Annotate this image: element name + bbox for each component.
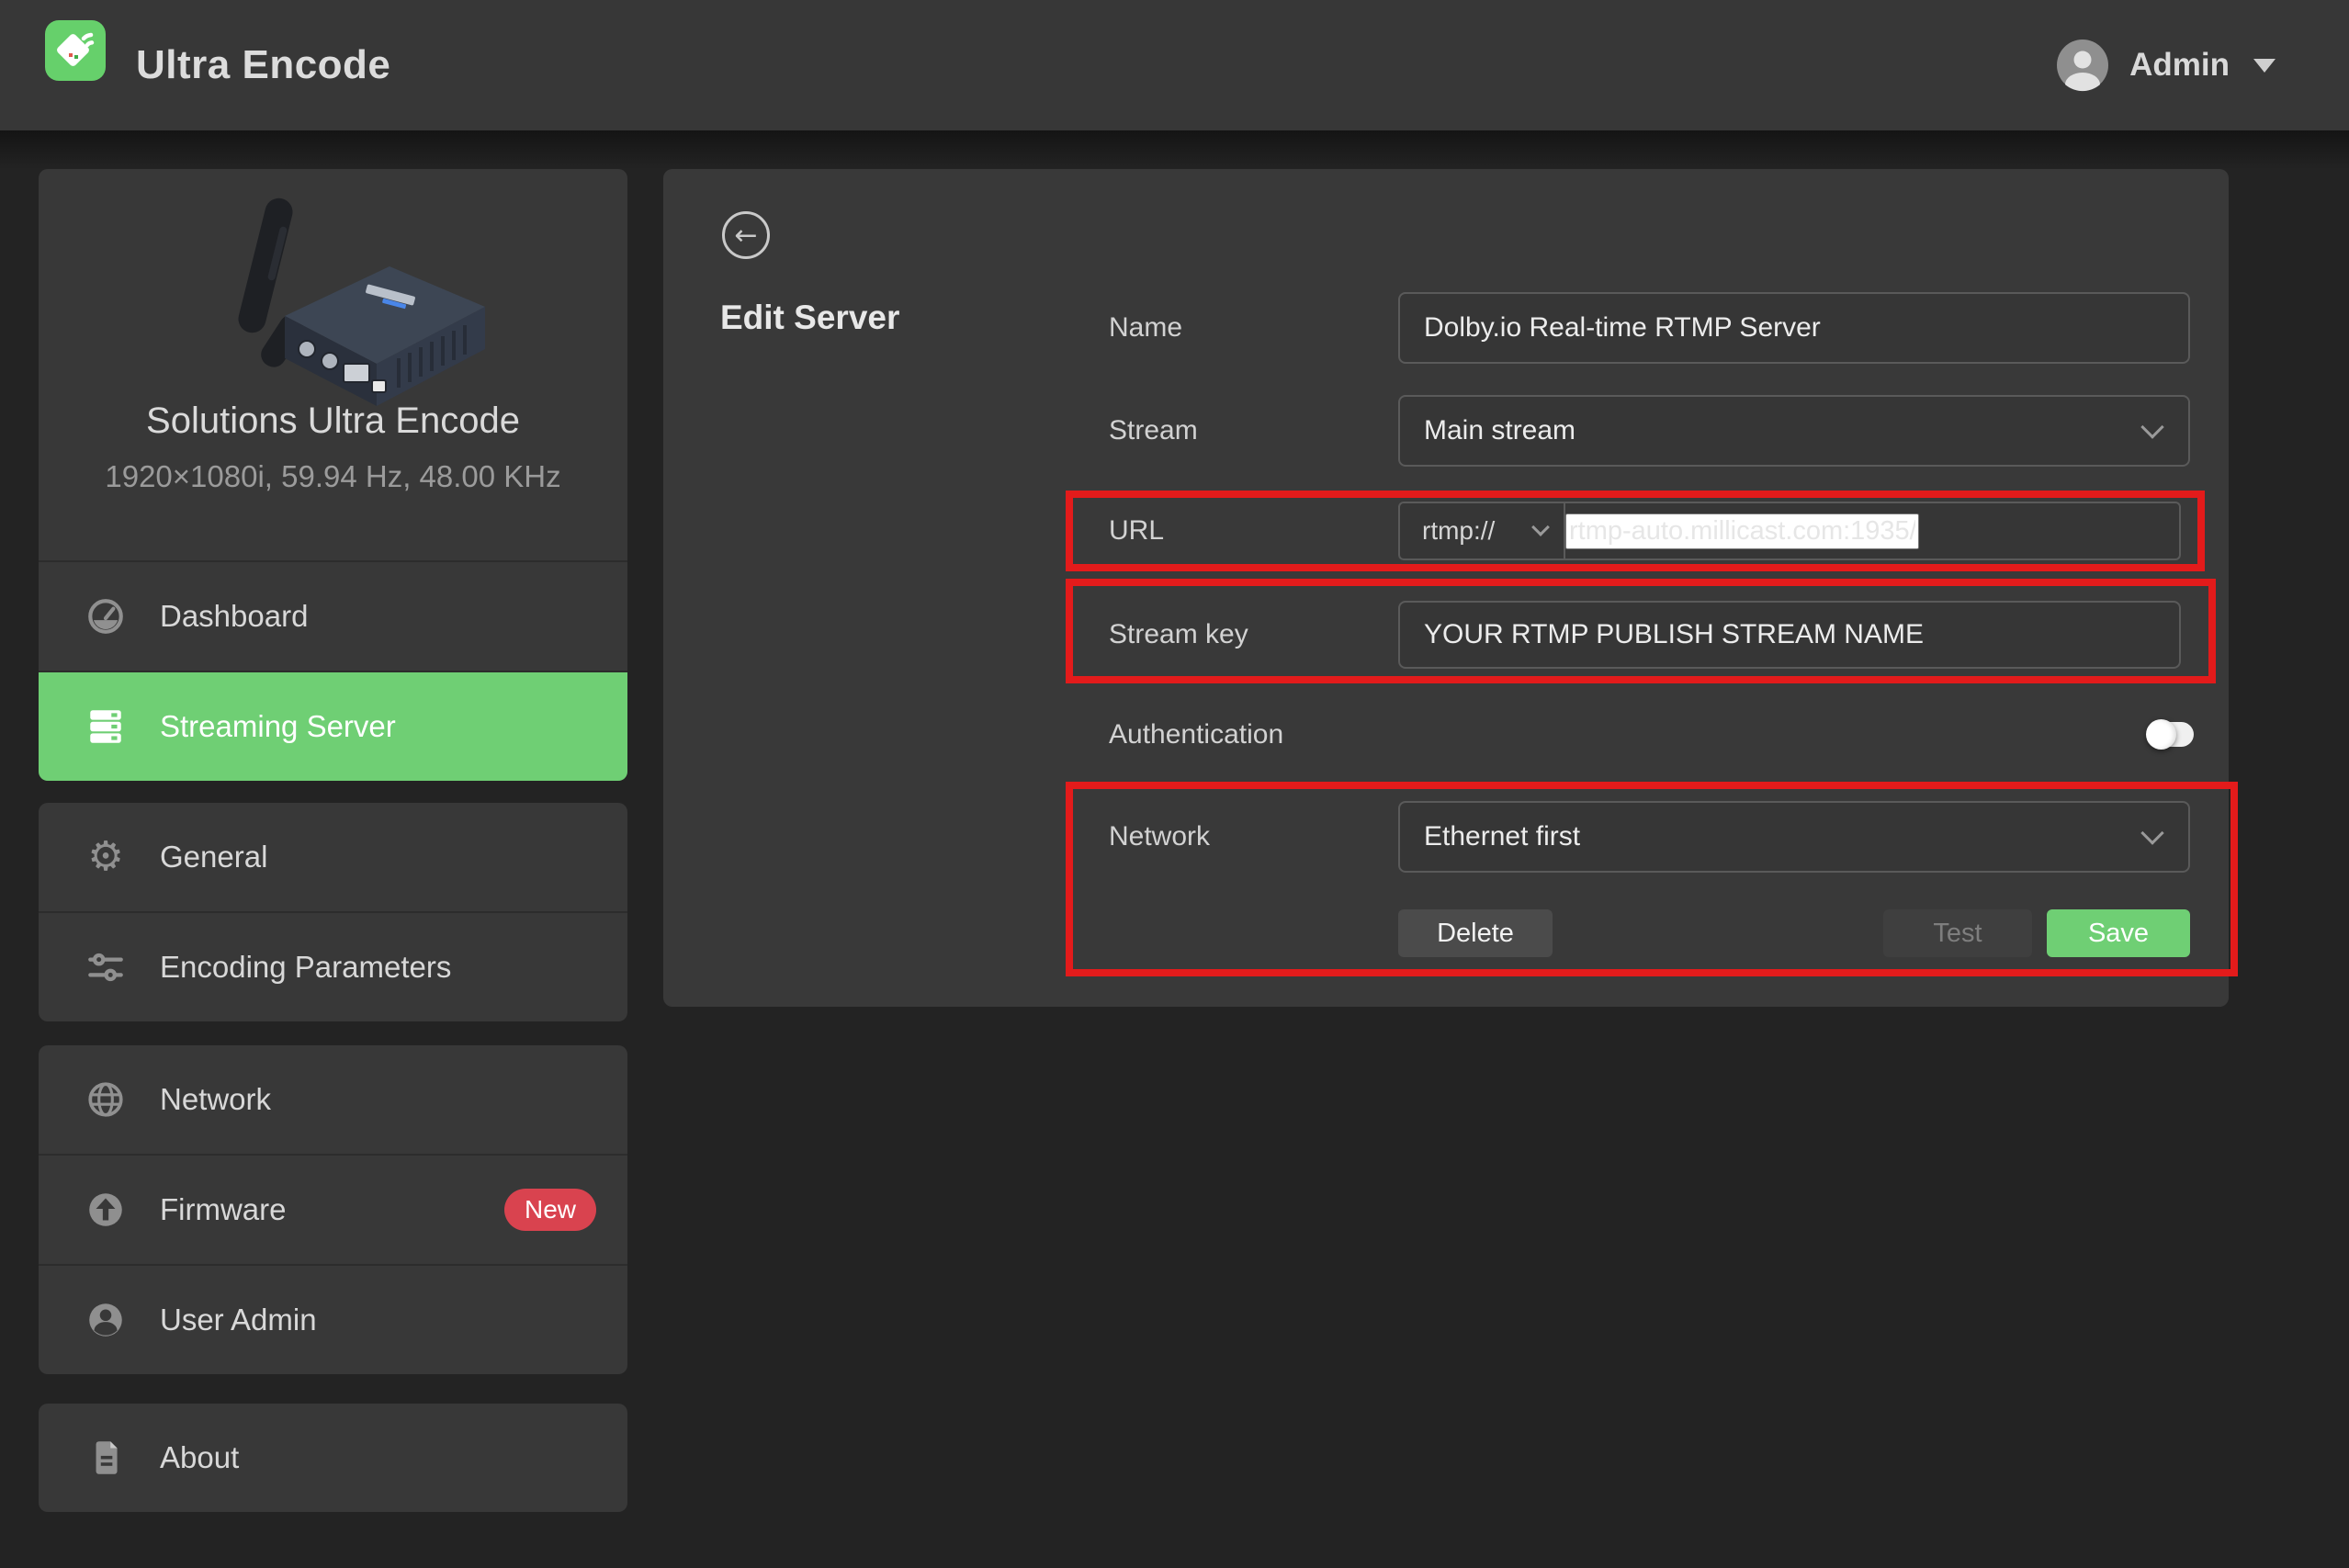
network-select[interactable]: Ethernet first [1398, 801, 2190, 873]
app-logo-icon [45, 20, 106, 81]
sidebar-item-label: Encoding Parameters [160, 950, 451, 985]
stream-label: Stream [1109, 395, 1198, 467]
device-image [186, 195, 489, 406]
sidebar-item-user-admin[interactable]: User Admin [39, 1264, 627, 1374]
sidebar-item-label: Firmware [160, 1192, 287, 1227]
arrow-left-icon: ← [734, 220, 757, 252]
test-button[interactable]: Test [1883, 909, 2032, 957]
user-menu[interactable]: Admin [2056, 0, 2276, 130]
network-label: Network [1109, 801, 1210, 873]
sidebar-item-firmware[interactable]: Firmware New [39, 1154, 627, 1264]
network-select-value: Ethernet first [1400, 821, 2144, 852]
sidebar-item-about[interactable]: About [39, 1404, 627, 1512]
name-input[interactable] [1400, 312, 2188, 344]
chevron-down-icon [2140, 415, 2163, 438]
stream-key-label: Stream key [1109, 601, 1248, 669]
url-input[interactable] [1565, 513, 1919, 549]
sidebar-item-label: General [160, 840, 267, 874]
document-icon [85, 1437, 127, 1479]
stream-key-field-box [1398, 601, 2181, 669]
sliders-icon [85, 946, 127, 988]
sidebar-item-label: About [160, 1440, 239, 1475]
user-name: Admin [2129, 47, 2230, 84]
device-name: Solutions Ultra Encode [39, 400, 627, 442]
sidebar-item-dashboard[interactable]: Dashboard [39, 562, 627, 671]
sidebar-panel-about: About [39, 1404, 627, 1512]
server-icon [85, 705, 127, 748]
name-label: Name [1109, 292, 1182, 364]
firmware-new-badge: New [504, 1189, 596, 1231]
authentication-label: Authentication [1109, 715, 1283, 755]
save-button[interactable]: Save [2047, 909, 2190, 957]
stream-select[interactable]: Main stream [1398, 395, 2190, 467]
chevron-down-icon [1531, 518, 1550, 536]
toggle-knob-icon [2146, 719, 2176, 750]
user-circle-icon [85, 1299, 127, 1341]
globe-icon [85, 1078, 127, 1121]
edit-server-panel: ← Edit Server Name Stream Main stream UR… [663, 169, 2229, 1007]
page-title: Edit Server [720, 299, 899, 337]
gauge-icon [85, 595, 127, 637]
sidebar-item-label: Dashboard [160, 599, 308, 634]
gear-icon: ⚙ [85, 836, 127, 878]
authentication-toggle[interactable] [2148, 722, 2194, 747]
device-signal-format: 1920×1080i, 59.94 Hz, 48.00 KHz [39, 459, 627, 494]
sidebar-panel-network: Network Firmware New User Admin [39, 1045, 627, 1374]
sidebar-item-label: User Admin [160, 1303, 317, 1337]
name-field-box [1398, 292, 2190, 364]
url-label: URL [1109, 502, 1164, 560]
sidebar-panel-device: Solutions Ultra Encode 1920×1080i, 59.94… [39, 169, 627, 781]
url-field-group: rtmp:// [1398, 502, 2181, 560]
upload-circle-icon [85, 1189, 127, 1231]
chevron-down-icon [2253, 59, 2276, 73]
url-field-box [1565, 513, 2179, 549]
stream-select-value: Main stream [1400, 415, 2144, 446]
top-bar: Ultra Encode Admin [0, 0, 2349, 130]
sidebar-item-network[interactable]: Network [39, 1045, 627, 1154]
chevron-down-icon [2140, 821, 2163, 844]
sidebar-item-label: Network [160, 1082, 271, 1117]
url-protocol-value: rtmp:// [1400, 516, 1534, 546]
sidebar-item-label: Streaming Server [160, 709, 396, 744]
app-title: Ultra Encode [136, 0, 390, 130]
sidebar-item-encoding-parameters[interactable]: Encoding Parameters [39, 911, 627, 1021]
sidebar-item-streaming-server[interactable]: Streaming Server [39, 671, 627, 781]
url-protocol-select[interactable]: rtmp:// [1400, 503, 1564, 558]
delete-button[interactable]: Delete [1398, 909, 1553, 957]
avatar [2056, 39, 2109, 92]
sidebar-item-general[interactable]: ⚙ General [39, 803, 627, 911]
topbar-shadow [0, 130, 2349, 169]
sidebar-panel-general: ⚙ General Encoding Parameters [39, 803, 627, 1021]
back-button[interactable]: ← [722, 211, 770, 259]
device-section: Solutions Ultra Encode 1920×1080i, 59.94… [39, 169, 627, 562]
stream-key-input[interactable] [1400, 619, 2179, 650]
ultra-encode-app: Ultra Encode Admin [0, 0, 2349, 1568]
logo-diamond-wifi-icon [45, 20, 106, 81]
